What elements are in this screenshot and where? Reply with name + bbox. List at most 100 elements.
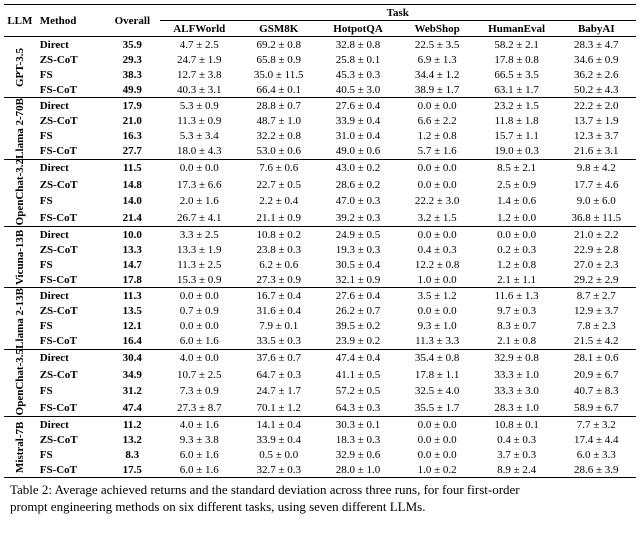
value-cell: 34.4 ± 1.2 (398, 67, 477, 82)
overall-cell: 16.4 (105, 334, 159, 350)
table-row: FS8.36.0 ± 1.60.5 ± 0.032.9 ± 0.60.0 ± 0… (4, 447, 636, 462)
value-cell: 17.8 ± 0.8 (477, 52, 557, 67)
results-table: LLM Method Overall Task ALFWorld GSM8K H… (4, 4, 636, 478)
value-cell: 28.1 ± 0.6 (557, 349, 636, 366)
value-cell: 9.8 ± 4.2 (557, 159, 636, 176)
value-cell: 8.9 ± 2.4 (477, 462, 557, 478)
value-cell: 36.2 ± 2.6 (557, 67, 636, 82)
value-cell: 28.8 ± 0.7 (239, 98, 318, 114)
value-cell: 11.3 ± 0.9 (160, 113, 240, 128)
col-header-webshop: WebShop (398, 21, 477, 37)
value-cell: 1.0 ± 0.0 (398, 272, 477, 288)
value-cell: 1.2 ± 0.8 (477, 257, 557, 272)
value-cell: 4.0 ± 0.0 (160, 349, 240, 366)
value-cell: 32.2 ± 0.8 (239, 128, 318, 143)
value-cell: 17.3 ± 6.6 (160, 176, 240, 193)
table-row: GPT-3.5Direct35.94.7 ± 2.569.2 ± 0.832.8… (4, 37, 636, 53)
value-cell: 0.0 ± 0.0 (398, 176, 477, 193)
method-cell: FS (36, 447, 105, 462)
llm-label: GPT-3.5 (4, 37, 36, 98)
overall-cell: 27.7 (105, 144, 159, 160)
value-cell: 0.7 ± 0.9 (160, 303, 240, 318)
value-cell: 31.0 ± 0.4 (318, 128, 397, 143)
value-cell: 3.7 ± 0.3 (477, 447, 557, 462)
overall-cell: 14.7 (105, 257, 159, 272)
method-cell: ZS-CoT (36, 52, 105, 67)
method-cell: ZS-CoT (36, 303, 105, 318)
table-row: ZS-CoT13.50.7 ± 0.931.6 ± 0.426.2 ± 0.70… (4, 303, 636, 318)
table-row: ZS-CoT13.29.3 ± 3.833.9 ± 0.418.3 ± 0.30… (4, 432, 636, 447)
value-cell: 9.7 ± 0.3 (477, 303, 557, 318)
value-cell: 0.0 ± 0.0 (398, 417, 477, 433)
table-row: FS-CoT17.815.3 ± 0.927.3 ± 0.932.1 ± 0.9… (4, 272, 636, 288)
value-cell: 40.7 ± 8.3 (557, 383, 636, 400)
method-cell: Direct (36, 417, 105, 433)
value-cell: 17.4 ± 4.4 (557, 432, 636, 447)
overall-cell: 47.4 (105, 400, 159, 417)
overall-cell: 10.0 (105, 227, 159, 243)
value-cell: 0.5 ± 0.0 (239, 447, 318, 462)
col-header-llm: LLM (4, 5, 36, 37)
value-cell: 12.3 ± 3.7 (557, 128, 636, 143)
value-cell: 12.7 ± 3.8 (160, 67, 240, 82)
value-cell: 45.3 ± 0.3 (318, 67, 397, 82)
value-cell: 33.3 ± 3.0 (477, 383, 557, 400)
value-cell: 0.4 ± 0.3 (477, 432, 557, 447)
overall-cell: 29.3 (105, 52, 159, 67)
overall-cell: 17.8 (105, 272, 159, 288)
value-cell: 64.7 ± 0.3 (239, 367, 318, 384)
value-cell: 4.7 ± 2.5 (160, 37, 240, 53)
value-cell: 9.3 ± 3.8 (160, 432, 240, 447)
value-cell: 19.0 ± 0.3 (477, 144, 557, 160)
value-cell: 0.0 ± 0.0 (398, 159, 477, 176)
value-cell: 6.0 ± 1.6 (160, 462, 240, 478)
value-cell: 29.2 ± 2.9 (557, 272, 636, 288)
value-cell: 4.0 ± 1.6 (160, 417, 240, 433)
value-cell: 2.1 ± 1.1 (477, 272, 557, 288)
overall-cell: 21.4 (105, 210, 159, 227)
value-cell: 58.9 ± 6.7 (557, 400, 636, 417)
value-cell: 0.2 ± 0.3 (477, 242, 557, 257)
value-cell: 0.0 ± 0.0 (398, 227, 477, 243)
col-header-overall: Overall (105, 5, 159, 37)
table-row: ZS-CoT13.313.3 ± 1.923.8 ± 0.319.3 ± 0.3… (4, 242, 636, 257)
value-cell: 14.1 ± 0.4 (239, 417, 318, 433)
value-cell: 8.3 ± 0.7 (477, 319, 557, 334)
method-cell: FS (36, 319, 105, 334)
llm-label: OpenChat-3.5 (4, 349, 36, 416)
value-cell: 21.1 ± 0.9 (239, 210, 318, 227)
value-cell: 2.1 ± 0.8 (477, 334, 557, 350)
value-cell: 33.9 ± 0.4 (318, 113, 397, 128)
value-cell: 28.6 ± 0.2 (318, 176, 397, 193)
value-cell: 7.3 ± 0.9 (160, 383, 240, 400)
value-cell: 49.0 ± 0.6 (318, 144, 397, 160)
method-cell: FS (36, 257, 105, 272)
overall-cell: 13.3 (105, 242, 159, 257)
value-cell: 8.5 ± 2.1 (477, 159, 557, 176)
col-header-task-group: Task (160, 5, 637, 21)
col-header-gsm8k: GSM8K (239, 21, 318, 37)
value-cell: 17.7 ± 4.6 (557, 176, 636, 193)
col-header-alfworld: ALFWorld (160, 21, 240, 37)
value-cell: 21.6 ± 3.1 (557, 144, 636, 160)
value-cell: 40.5 ± 3.0 (318, 82, 397, 98)
value-cell: 32.9 ± 0.8 (477, 349, 557, 366)
value-cell: 5.3 ± 0.9 (160, 98, 240, 114)
value-cell: 2.2 ± 0.4 (239, 193, 318, 210)
value-cell: 10.7 ± 2.5 (160, 367, 240, 384)
caption-line2: prompt engineering methods on six differ… (10, 499, 425, 514)
method-cell: Direct (36, 37, 105, 53)
value-cell: 32.7 ± 0.3 (239, 462, 318, 478)
value-cell: 13.3 ± 1.9 (160, 242, 240, 257)
value-cell: 70.1 ± 1.2 (239, 400, 318, 417)
overall-cell: 14.8 (105, 176, 159, 193)
llm-label: OpenChat-3.2 (4, 159, 36, 226)
value-cell: 57.2 ± 0.5 (318, 383, 397, 400)
method-cell: Direct (36, 159, 105, 176)
value-cell: 1.0 ± 0.2 (398, 462, 477, 478)
value-cell: 33.9 ± 0.4 (239, 432, 318, 447)
value-cell: 22.5 ± 3.5 (398, 37, 477, 53)
overall-cell: 30.4 (105, 349, 159, 366)
value-cell: 53.0 ± 0.6 (239, 144, 318, 160)
value-cell: 32.5 ± 4.0 (398, 383, 477, 400)
